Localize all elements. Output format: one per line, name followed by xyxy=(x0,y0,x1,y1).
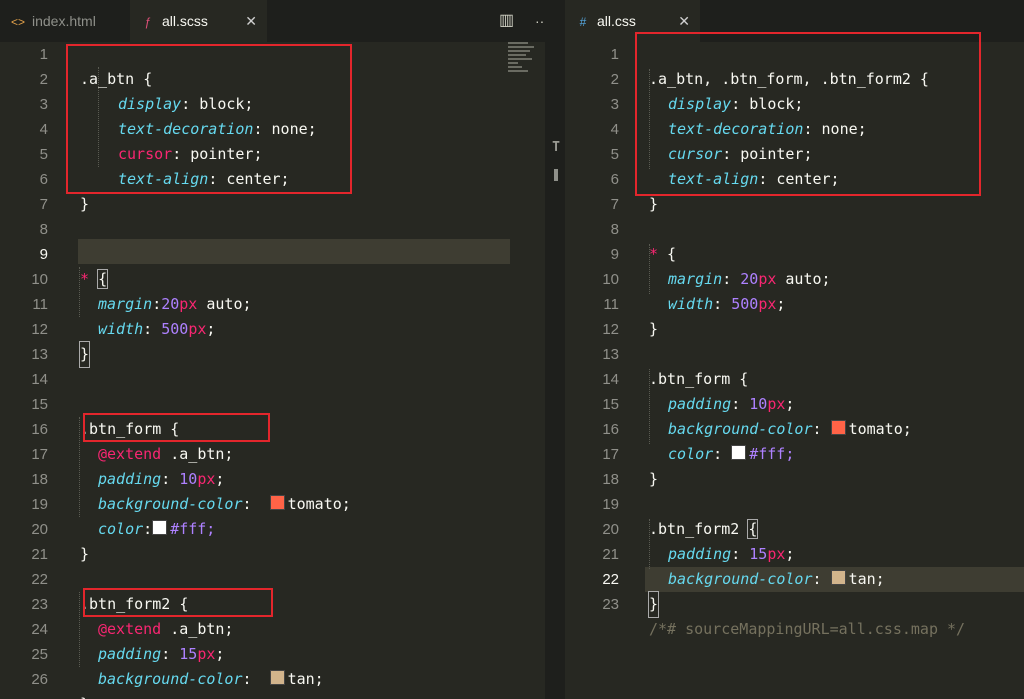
more-actions-icon[interactable]: ··· xyxy=(535,0,545,42)
left-tab-bar: <> index.html ƒ all.scss ✕ ▥ ··· xyxy=(0,0,545,42)
code-line: padding: 10px; xyxy=(668,395,795,413)
code-line: background-color: tomato; xyxy=(98,495,351,513)
code-line: padding: 10px; xyxy=(98,470,225,488)
code-line: } xyxy=(565,567,1024,618)
code-line: * { xyxy=(649,245,677,263)
pane-divider[interactable] xyxy=(545,0,565,699)
html-file-icon: <> xyxy=(10,15,25,29)
tab-index-html[interactable]: <> index.html xyxy=(0,0,128,42)
code-line: background-color: tan; xyxy=(668,570,885,588)
annotation-box-extend-1 xyxy=(83,413,270,442)
code-line: padding: 15px; xyxy=(668,545,795,563)
code-line: width: 500px; xyxy=(668,295,786,313)
annotation-box-a-btn xyxy=(66,44,352,194)
css-file-icon: # xyxy=(579,15,587,29)
code-line: color: #fff; xyxy=(668,445,795,463)
tab-all-scss[interactable]: ƒ all.scss ✕ xyxy=(130,0,267,42)
code-line: } xyxy=(0,667,545,699)
code-line: @extend .a_btn; xyxy=(98,445,234,463)
code-line: width: 500px; xyxy=(98,320,216,338)
code-line: /*# sourceMappingURL=all.css.map */ xyxy=(649,620,966,638)
split-handle[interactable]: T xyxy=(549,140,563,181)
tab-label: all.scss xyxy=(162,13,208,29)
code-line: } xyxy=(0,317,545,368)
code-line: .btn_form { xyxy=(80,420,180,438)
code-line: margin:20px auto; xyxy=(98,295,252,313)
code-line: margin: 20px auto; xyxy=(668,270,831,288)
css-editor-pane: # all.css ✕ 1 2 3 4 5 6 7 8 9 10 11 12 13 14 15 16 17 18 19… xyxy=(565,0,1024,699)
code-line: background-color: tomato; xyxy=(668,420,912,438)
annotation-box-extend-2 xyxy=(83,588,273,617)
close-icon[interactable]: ✕ xyxy=(245,0,257,42)
tab-label: index.html xyxy=(32,13,96,29)
code-line: .btn_form2 { xyxy=(649,519,759,539)
annotation-box-merged-selector xyxy=(635,32,981,196)
code-line: } xyxy=(649,470,659,488)
code-line: * { xyxy=(80,269,109,289)
code-line: } xyxy=(80,545,90,563)
code-line: } xyxy=(649,320,659,338)
scss-editor-pane: <>index.html ƒall.scss ✕ ▥ ··· 123456789… xyxy=(0,0,545,699)
code-line: .btn_form { xyxy=(649,370,749,388)
scss-file-icon: ƒ xyxy=(144,15,152,29)
code-line: color: #fff; xyxy=(98,520,216,538)
code-line: background-color: tan; xyxy=(98,670,324,688)
code-line: padding: 15px; xyxy=(98,645,225,663)
tab-label: all.css xyxy=(597,13,636,29)
split-editor-icon[interactable]: ▥ xyxy=(499,0,514,42)
